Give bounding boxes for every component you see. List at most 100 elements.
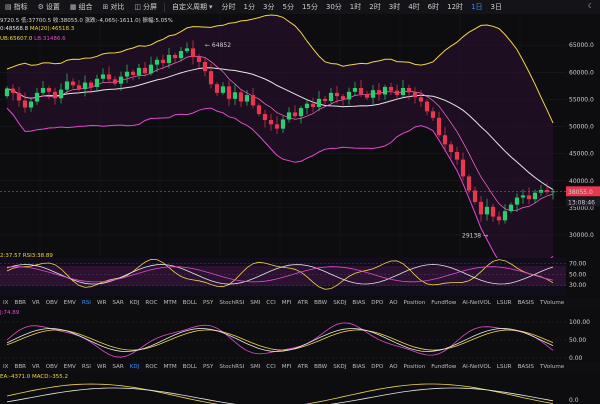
indicator-tab-sar[interactable]: SAR [109, 300, 126, 306]
low-price-label: 29138 → [462, 233, 488, 240]
candle-body [58, 89, 64, 99]
indicator-tab-2-dpo[interactable]: DPO [368, 364, 386, 370]
indicator-tab-obv[interactable]: OBV [43, 300, 61, 306]
indicator-tab-2-emv[interactable]: EMV [61, 364, 79, 370]
indicator-tab-bbw[interactable]: BBW [311, 300, 330, 306]
candle-body [376, 90, 382, 95]
indicator-tab-fundflow[interactable]: Fundflow [428, 300, 459, 306]
indicator-tab-2-basis[interactable]: BASIS [515, 364, 537, 370]
candle-body [244, 95, 250, 102]
candle-body [406, 87, 412, 93]
candle-body [226, 86, 232, 99]
candle-body [34, 92, 40, 102]
indicator-tab-2-tvolume[interactable]: TVolume [537, 364, 567, 370]
indicator-tab-basis[interactable]: BASIS [515, 300, 537, 306]
candle-body [250, 95, 256, 106]
indicator-tab-atr[interactable]: ATR [294, 300, 311, 306]
current-price-text: 38055.0 [568, 189, 593, 196]
indicator-tab-kdj[interactable]: KDJ [127, 300, 143, 306]
candle-body [118, 76, 124, 84]
indicator-tab-2-obv[interactable]: OBV [43, 364, 61, 370]
indicator-tab-position[interactable]: Position [400, 300, 428, 306]
candle-body [292, 112, 298, 117]
indicator-tab-vr[interactable]: VR [29, 300, 43, 306]
indicator-tab-2-stochrsi[interactable]: StochRSI [216, 364, 247, 370]
candle-body [322, 98, 328, 102]
indicator-tab-2-kdj[interactable]: KDJ [127, 364, 143, 370]
indicator-tab-2-wr[interactable]: WR [94, 364, 109, 370]
candle-body [40, 87, 46, 93]
candlestick-chart[interactable]: ← 64852 29138 → 65000.0 60000.0 55000.0 5000… [0, 0, 600, 404]
candle-body [256, 105, 262, 115]
indicator-tab-2-bbr[interactable]: BBR [11, 364, 29, 370]
candle-body [220, 86, 226, 93]
indicator-tab-ai-netvol[interactable]: AI-NetVOL [459, 300, 494, 306]
indicator-tab-2-ix[interactable]: IX [0, 364, 11, 370]
indicator-tab-ix[interactable]: IX [0, 300, 11, 306]
indicator-tab-2-cci[interactable]: CCI [263, 364, 278, 370]
candle-body [334, 92, 340, 97]
candle-body [502, 211, 508, 221]
indicator-tab-smi[interactable]: SMI [247, 300, 263, 306]
indicator-tab-2-smi[interactable]: SMI [247, 364, 263, 370]
candle-body [184, 48, 190, 52]
indicator-tab-dpo[interactable]: DPO [368, 300, 386, 306]
indicator-tab-2-bias[interactable]: BIAS [349, 364, 368, 370]
indicator-tab-2-roc[interactable]: ROC [142, 364, 160, 370]
ohlc-info: 9720.5 低:37700.5 收:38055.0 涨跌:-4,065(-16… [0, 18, 173, 24]
candle-body [148, 64, 154, 74]
indicator-tab-2-mfi[interactable]: MFI [279, 364, 295, 370]
high-price-label: ← 64852 [205, 42, 231, 49]
indicator-tab-mfi[interactable]: MFI [279, 300, 295, 306]
candle-body [208, 71, 214, 85]
candle-body [496, 216, 502, 221]
indicator-tab-2-psy[interactable]: PSY [200, 364, 216, 370]
indicator-tab-bbr[interactable]: BBR [11, 300, 29, 306]
candle-body [328, 92, 334, 102]
kdj-tick-label: 50.00 [569, 337, 586, 344]
indicator-tab-wr[interactable]: WR [94, 300, 109, 306]
candle-body [100, 74, 106, 79]
indicator-tab-2-atr[interactable]: ATR [294, 364, 311, 370]
price-tick-label: 50000.0 [569, 124, 594, 131]
indicator-tab-emv[interactable]: EMV [61, 300, 79, 306]
candle-body [430, 111, 436, 118]
candle-body [166, 54, 172, 64]
indicator-tab-2-vr[interactable]: VR [29, 364, 43, 370]
candle-body [442, 135, 448, 145]
candle-body [190, 48, 196, 58]
indicator-tab-2-mtm[interactable]: MTM [161, 364, 180, 370]
indicator-tab-roc[interactable]: ROC [142, 300, 160, 306]
indicator-tab-skdj[interactable]: SKDJ [330, 300, 349, 306]
candle-body [274, 124, 280, 129]
candle-body [418, 97, 424, 102]
indicator-tab-2-bbw[interactable]: BBW [311, 364, 330, 370]
candle-body [364, 93, 370, 98]
candle-body [262, 114, 268, 120]
indicator-tab-mtm[interactable]: MTM [161, 300, 180, 306]
candle-body [298, 108, 304, 117]
indicator-tab-2-ao[interactable]: AO [386, 364, 400, 370]
indicator-tab-stochrsi[interactable]: StochRSI [216, 300, 247, 306]
price-tick-label: 65000.0 [569, 42, 594, 49]
indicator-tab-2-skdj[interactable]: SKDJ [330, 364, 349, 370]
candle-body [196, 57, 202, 62]
candle-body [52, 91, 58, 99]
indicator-tab-bias[interactable]: BIAS [349, 300, 368, 306]
indicator-tab-2-lsur[interactable]: LSUR [494, 364, 515, 370]
indicator-tab-2-rsi[interactable]: RSI [79, 364, 94, 370]
indicator-tab-tvolume[interactable]: TVolume [537, 300, 567, 306]
indicator-tab-2-position[interactable]: Position [400, 364, 428, 370]
indicator-tab-2-fundflow[interactable]: Fundflow [428, 364, 459, 370]
candle-body [436, 117, 442, 136]
indicator-tab-lsur[interactable]: LSUR [494, 300, 515, 306]
candle-body [214, 84, 220, 93]
indicator-tab-ao[interactable]: AO [386, 300, 400, 306]
indicator-tab-psy[interactable]: PSY [200, 300, 216, 306]
indicator-tab-cci[interactable]: CCI [263, 300, 278, 306]
indicator-tab-2-ai-netvol[interactable]: AI-NetVOL [459, 364, 494, 370]
indicator-tab-2-sar[interactable]: SAR [109, 364, 126, 370]
indicator-tab-boll[interactable]: BOLL [180, 300, 200, 306]
indicator-tab-rsi[interactable]: RSI [79, 300, 94, 306]
indicator-tab-2-boll[interactable]: BOLL [180, 364, 200, 370]
